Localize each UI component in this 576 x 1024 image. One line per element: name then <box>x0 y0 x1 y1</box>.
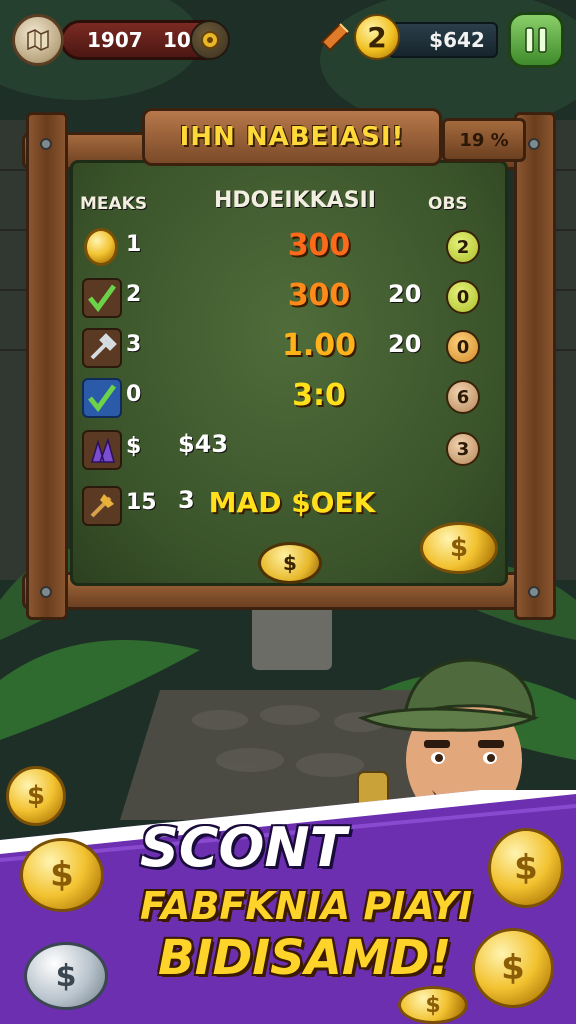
silver-coin-icon: $ <box>24 942 108 1010</box>
row-value: 300 <box>287 228 351 263</box>
banner-tagline: BIDISAMD! <box>158 930 452 986</box>
hammer-icon <box>320 22 350 52</box>
gold-coin-icon: $ <box>420 522 498 574</box>
board-title-plank: IHN NABEIASI! <box>142 108 442 166</box>
checkmark-icon <box>82 378 122 418</box>
gold-coin-icon: $ <box>6 766 66 826</box>
row-value: 3:0 <box>292 378 346 413</box>
row-number: 3 <box>126 332 142 357</box>
row-badge: 0 <box>446 280 480 314</box>
stat-value-secondary: 10 <box>163 28 191 52</box>
row-label: MAD $OEK <box>208 486 376 519</box>
header-center: HDOEIKKASII <box>214 188 376 213</box>
row-badge: 3 <box>446 432 480 466</box>
stat-value-primary: 1907 <box>87 28 143 52</box>
checkmark-icon <box>82 278 122 318</box>
collect-label: $ <box>283 551 297 575</box>
money-value: $642 <box>429 28 485 52</box>
gold-coin-icon: $ <box>20 838 104 912</box>
board-title: IHN NABEIASI! <box>179 122 405 152</box>
header-right: OBS <box>428 194 468 214</box>
pause-button[interactable] <box>508 12 564 68</box>
row-badge: 2 <box>446 230 480 264</box>
row-value: 300 <box>287 278 351 313</box>
player-avatar[interactable] <box>12 14 64 66</box>
board-timer: 19 % <box>442 118 526 162</box>
gold-coin-icon: $ <box>472 928 554 1008</box>
bolt-icon <box>528 138 540 150</box>
bolt-icon <box>528 586 540 598</box>
row-right-value: 20 <box>388 280 422 308</box>
top-hud: 1907 10 $642 2 <box>0 0 576 90</box>
level-value: 2 <box>367 20 387 54</box>
banner-subline: FABFKNIA PIAYI <box>140 884 473 928</box>
row-number: 0 <box>126 382 142 407</box>
board-row-3[interactable]: 3 1.00 20 0 <box>78 326 498 370</box>
row-badge: 0 <box>446 330 480 364</box>
banner-headline: SCONT <box>140 816 347 879</box>
score-board: IHN NABEIASI! 19 % MEAKS HDOEIKKASII OBS… <box>22 108 556 620</box>
row-number: 15 <box>126 490 157 515</box>
pause-icon <box>525 27 547 53</box>
gold-coin-icon <box>84 228 118 266</box>
header-left: MEAKS <box>80 194 148 214</box>
map-icon <box>27 29 49 51</box>
row-badge: 6 <box>446 380 480 414</box>
board-row-1[interactable]: 1 300 2 <box>78 226 498 270</box>
board-row-5[interactable]: $ $43 3 <box>78 428 498 472</box>
row-value: 1.00 <box>281 328 357 363</box>
gold-coin-icon: $ <box>488 828 564 908</box>
row-number: 2 <box>126 282 142 307</box>
board-left-post <box>26 112 68 620</box>
row-right-value: 20 <box>388 330 422 358</box>
bolt-icon <box>40 586 52 598</box>
board-row-6[interactable]: 15 3 MAD $OEK <box>78 484 498 528</box>
row-number: $ <box>126 434 142 459</box>
bolt-icon <box>40 138 52 150</box>
gear-icon <box>201 31 219 49</box>
collect-coin-button[interactable]: $ <box>258 542 322 584</box>
money-display: $642 <box>388 22 498 58</box>
crystal-icon <box>82 430 122 470</box>
board-row-4[interactable]: 0 3:0 6 <box>78 376 498 420</box>
board-row-2[interactable]: 2 300 20 0 <box>78 276 498 320</box>
board-right-post <box>514 112 556 620</box>
gold-coin-icon: $ <box>398 986 468 1024</box>
level-coin: 2 <box>354 14 400 60</box>
timer-value: 19 % <box>459 129 509 151</box>
settings-button[interactable] <box>190 20 230 60</box>
row-extra-value: $43 <box>178 430 229 458</box>
row-extra-value: 3 <box>178 486 195 514</box>
wrench-icon <box>82 328 122 368</box>
axe-icon <box>82 486 122 526</box>
row-number: 1 <box>126 232 142 257</box>
